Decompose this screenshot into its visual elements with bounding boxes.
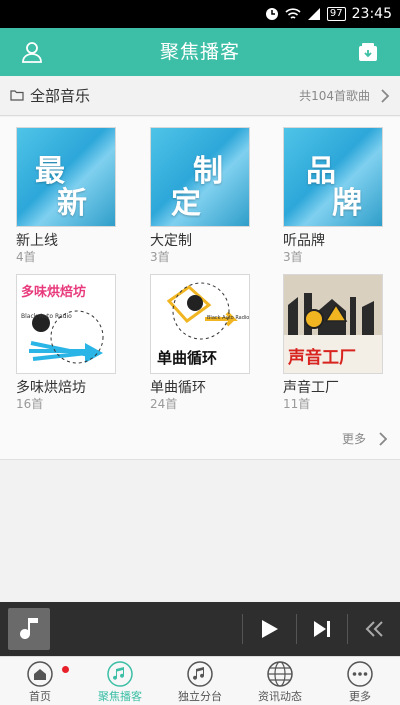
tile-cover: 声音工厂 xyxy=(283,274,383,374)
signal-icon xyxy=(307,8,320,20)
chevron-right-icon xyxy=(381,89,390,103)
battery-level: 97 xyxy=(326,7,346,21)
tile-count: 24首 xyxy=(150,397,178,411)
tile-name: 单曲循环 xyxy=(150,380,206,396)
loop-graphic xyxy=(166,282,238,340)
globe-icon xyxy=(267,661,293,687)
tile-cover: 最 新 xyxy=(16,127,116,227)
tab-more[interactable]: 更多 xyxy=(320,657,400,705)
tile-name: 听品牌 xyxy=(283,233,325,249)
tile-count: 11首 xyxy=(283,397,311,411)
section-title: 全部音乐 xyxy=(30,87,91,105)
cover-char: 定 xyxy=(171,186,201,221)
status-icons: 97 23:45 xyxy=(265,4,392,24)
tab-label: 更多 xyxy=(349,690,371,703)
cover-caption: Black Auto Radio xyxy=(21,313,72,320)
tile-cover: 品 牌 xyxy=(283,127,383,227)
status-bar: 97 23:45 xyxy=(0,0,400,28)
tab-label: 资讯动态 xyxy=(258,690,302,703)
cover-char: 牌 xyxy=(332,186,362,221)
album-art[interactable] xyxy=(8,608,50,650)
more-dots-icon xyxy=(347,661,373,687)
next-icon[interactable] xyxy=(310,617,334,641)
cover-title: 声音工厂 xyxy=(288,348,356,368)
tab-label: 首页 xyxy=(29,690,51,703)
tab-news[interactable]: 资讯动态 xyxy=(240,657,320,705)
category-grid: 最 新 新上线 4首 制 定 大定制 3首 品 牌 听品牌 3首 多味烘焙坊 B… xyxy=(0,117,400,460)
tile-count: 3首 xyxy=(150,250,170,264)
cover-caption: Black Auto Radio xyxy=(207,315,250,321)
more-label: 更多 xyxy=(341,432,366,446)
song-count: 共104首歌曲 xyxy=(299,89,370,103)
tile-name: 新上线 xyxy=(16,233,58,249)
tile-name: 多味烘焙坊 xyxy=(16,380,86,396)
tile-cover: Black Auto Radio 单曲循环 xyxy=(150,274,250,374)
tile-new[interactable]: 最 新 新上线 4首 xyxy=(16,127,116,265)
tile-loop[interactable]: Black Auto Radio 单曲循环 单曲循环 24首 xyxy=(150,274,250,412)
tile-bakery[interactable]: 多味烘焙坊 Black Auto Radio 多味烘焙坊 16首 xyxy=(16,274,116,412)
cover-title: 多味烘焙坊 xyxy=(21,285,87,300)
cover-char: 新 xyxy=(57,186,87,221)
music-note-icon xyxy=(20,618,38,639)
double-chevron-left-icon[interactable] xyxy=(362,617,386,641)
cover-title: 单曲循环 xyxy=(157,349,218,367)
more-link[interactable]: 更多 xyxy=(0,424,400,454)
tab-home[interactable]: 首页 xyxy=(0,657,80,705)
tab-focus-podcast[interactable]: 聚焦播客 xyxy=(80,657,160,705)
tab-label: 独立分台 xyxy=(178,690,222,703)
download-box-icon[interactable] xyxy=(358,42,378,62)
tile-factory[interactable]: 声音工厂 声音工厂 11首 xyxy=(283,274,383,412)
divider xyxy=(296,614,297,644)
tile-brand[interactable]: 品 牌 听品牌 3首 xyxy=(283,127,383,265)
bottom-tab-bar: 首页 聚焦播客 独立分台 资讯动态 更多 xyxy=(0,656,400,705)
divider xyxy=(242,614,243,644)
all-music-header[interactable]: 全部音乐 共104首歌曲 xyxy=(0,76,400,116)
page-title: 聚焦播客 xyxy=(159,41,240,63)
tile-count: 16首 xyxy=(16,397,44,411)
folder-icon xyxy=(10,90,24,101)
alarm-icon xyxy=(265,8,278,20)
home-icon xyxy=(27,661,53,687)
tile-cover: 多味烘焙坊 Black Auto Radio xyxy=(16,274,116,374)
tile-name: 声音工厂 xyxy=(283,380,339,396)
tile-custom[interactable]: 制 定 大定制 3首 xyxy=(150,127,250,265)
tile-count: 3首 xyxy=(283,250,303,264)
play-icon[interactable] xyxy=(257,617,281,641)
tab-label: 聚焦播客 xyxy=(98,690,142,703)
notification-badge xyxy=(62,666,69,673)
music-note-icon xyxy=(107,661,133,687)
clock: 23:45 xyxy=(351,6,392,22)
tile-count: 4首 xyxy=(16,250,36,264)
mini-player xyxy=(0,602,400,656)
tile-cover: 制 定 xyxy=(150,127,250,227)
wifi-icon xyxy=(285,8,301,19)
chevron-right-icon xyxy=(379,432,388,446)
tile-name: 大定制 xyxy=(150,233,192,249)
tab-independent[interactable]: 独立分台 xyxy=(160,657,240,705)
music-note-icon xyxy=(187,661,213,687)
app-bar: 聚焦播客 xyxy=(0,28,400,76)
divider xyxy=(347,614,348,644)
